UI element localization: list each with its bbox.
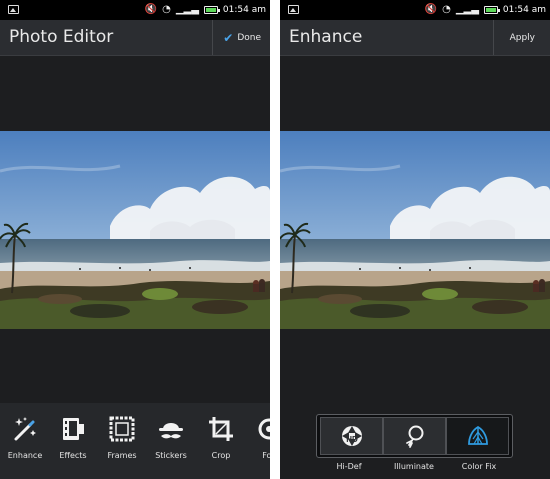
lightbulb-icon [405, 425, 423, 448]
frame-icon [109, 416, 135, 442]
photo-preview [280, 131, 550, 329]
svg-text:HD: HD [346, 435, 358, 444]
tool-frames[interactable]: Frames [97, 403, 147, 479]
signal-icon: ▁▂▃ [455, 4, 479, 15]
tool-label: Crop [211, 451, 231, 460]
page-title: Enhance [289, 27, 363, 47]
tool-label: Effects [59, 451, 87, 460]
film-strip-icon [63, 418, 84, 440]
tool-crop[interactable]: Crop [196, 403, 246, 479]
done-button[interactable]: ✔ Done [212, 20, 270, 55]
tool-bar: Enhance Effects Frames Stickers Crop Fo [0, 403, 270, 479]
page-title: Photo Editor [9, 27, 114, 47]
enhance-options-tray: HD [316, 414, 513, 458]
apply-button[interactable]: Apply [492, 20, 550, 55]
action-bar: Enhance Apply [280, 20, 550, 56]
wifi-icon: ◔ [162, 4, 171, 15]
battery-icon [203, 6, 220, 14]
hd-aperture-icon: HD [341, 426, 362, 446]
option-label: Hi-Def [336, 462, 362, 471]
battery-icon [483, 6, 500, 14]
apply-label: Apply [509, 32, 535, 43]
action-bar: Photo Editor ✔ Done [0, 20, 270, 56]
tool-effects[interactable]: Effects [48, 403, 98, 479]
color-fix-button[interactable] [446, 417, 509, 455]
signal-icon: ▁▂▃ [175, 4, 199, 15]
focus-icon [258, 418, 270, 440]
tool-label: Foc [262, 451, 270, 460]
mute-icon: 🔇 [424, 4, 438, 15]
wifi-icon: ◔ [442, 4, 451, 15]
tool-enhance[interactable]: Enhance [0, 403, 50, 479]
status-bar: 🔇 ◔ ▁▂▃ 01:54 am [280, 0, 550, 20]
option-label: Illuminate [394, 462, 434, 471]
color-fix-icon [467, 425, 488, 445]
illuminate-button[interactable] [383, 417, 446, 455]
done-label: Done [237, 32, 261, 43]
enhance-screen: 🔇 ◔ ▁▂▃ 01:54 am Enhance Apply HD Hi-Def… [280, 0, 550, 479]
tool-label: Frames [107, 451, 137, 460]
mute-icon: 🔇 [144, 4, 158, 15]
magic-wand-icon [14, 417, 36, 441]
status-time: 01:54 am [502, 5, 546, 15]
tool-stickers[interactable]: Stickers [146, 403, 196, 479]
crop-icon [209, 417, 233, 441]
tool-label: Stickers [155, 451, 187, 460]
notification-image-icon [8, 5, 19, 14]
checkmark-icon: ✔ [223, 30, 234, 45]
photo-editor-screen: 🔇 ◔ ▁▂▃ 01:54 am Photo Editor ✔ Done Enh… [0, 0, 270, 479]
tool-focus[interactable]: Foc [244, 403, 270, 479]
hat-mustache-icon [159, 423, 183, 439]
tool-label: Enhance [7, 451, 43, 460]
hi-def-button[interactable]: HD [320, 417, 383, 455]
photo-preview [0, 131, 270, 329]
status-time: 01:54 am [222, 5, 266, 15]
option-label: Color Fix [461, 462, 497, 471]
notification-image-icon [288, 5, 299, 14]
status-bar: 🔇 ◔ ▁▂▃ 01:54 am [0, 0, 270, 20]
